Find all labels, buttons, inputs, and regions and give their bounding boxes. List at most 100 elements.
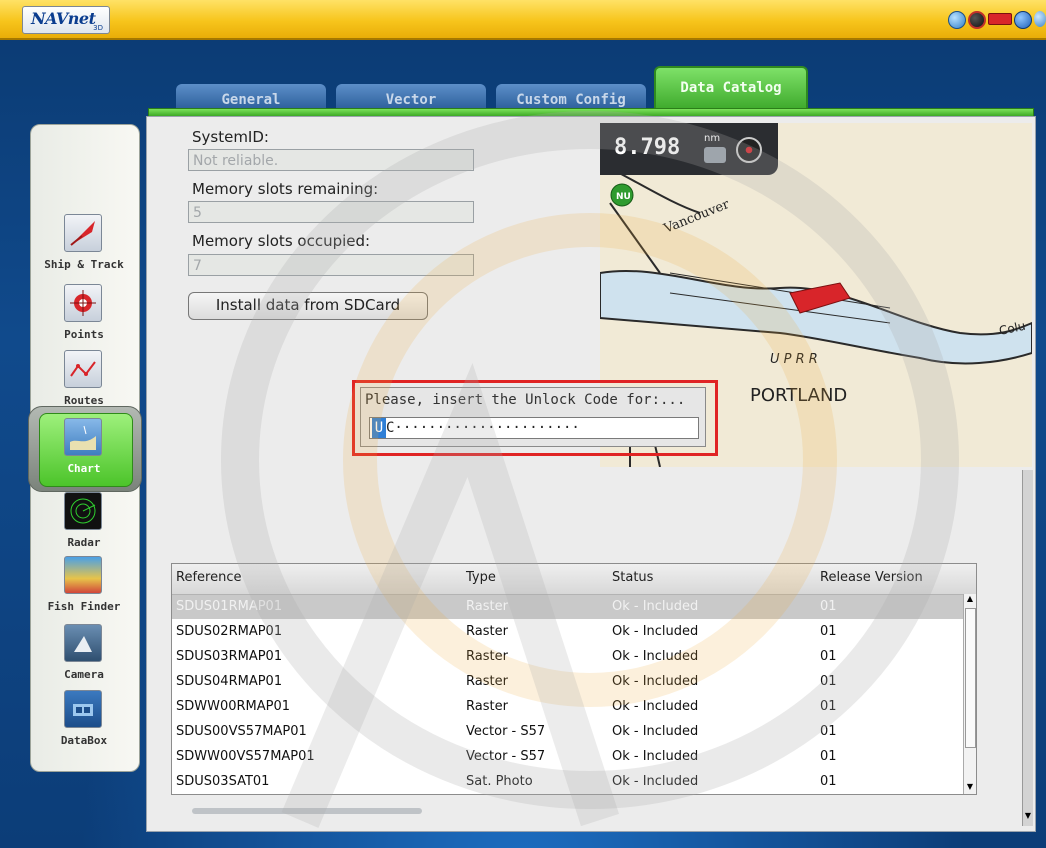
table-cell: 01 <box>820 699 837 714</box>
sidebar-item-ship-track[interactable]: Ship & Track <box>30 214 138 284</box>
scale-value: 8.798 <box>614 135 681 160</box>
scroll-up-arrow[interactable]: ▲ <box>965 594 975 606</box>
table-row[interactable]: SDUS04RMAP01 Raster Ok - Included 01 <box>172 670 964 694</box>
table-cell: Ok - Included <box>612 724 699 739</box>
memory-occupied-label: Memory slots occupied: <box>192 232 371 250</box>
panel-scrollbar[interactable]: ▼ <box>1022 470 1033 826</box>
col-status[interactable]: Status <box>612 570 653 585</box>
sidebar-item-routes[interactable]: Routes <box>30 350 138 420</box>
compass-icon[interactable] <box>968 11 986 29</box>
memory-remaining-field[interactable]: 5 <box>188 201 474 223</box>
scroll-thumb[interactable] <box>965 608 976 748</box>
table-cell: Vector - S57 <box>466 724 546 739</box>
fish-finder-icon <box>64 556 102 594</box>
table-cell: SDWW00VS57MAP01 <box>176 749 315 764</box>
table-row[interactable]: SDUS02RMAP01 Raster Ok - Included 01 <box>172 620 964 644</box>
top-bar: NAVnet 3D <box>0 0 1046 40</box>
sidebar-item-fish-finder[interactable]: Fish Finder <box>30 556 138 626</box>
table-cell: Raster <box>466 699 508 714</box>
table-cell: SDWW00RMAP01 <box>176 699 291 714</box>
unlock-code-dialog: Please, insert the Unlock Code for:... U… <box>360 387 706 447</box>
table-cell: 01 <box>820 774 837 789</box>
table-cell: SDUS04RMAP01 <box>176 674 283 689</box>
col-type[interactable]: Type <box>466 570 496 585</box>
col-reference[interactable]: Reference <box>176 570 241 585</box>
table-cell: Ok - Included <box>612 699 699 714</box>
install-sdcard-button[interactable]: Install data from SDCard <box>188 292 428 320</box>
table-cell: Raster <box>466 674 508 689</box>
memory-occupied-field[interactable]: 7 <box>188 254 474 276</box>
dialog-title: Please, insert the Unlock Code for:... <box>365 392 686 408</box>
zoom-icon[interactable] <box>704 147 726 163</box>
table-cell: Raster <box>466 624 508 639</box>
table-row[interactable]: SDUS01RMAP01 Raster Ok - Included 01 <box>172 595 964 619</box>
databox-icon <box>64 690 102 728</box>
table-cell: 01 <box>820 749 837 764</box>
table-cell: 01 <box>820 624 837 639</box>
map-label-uprr: U P R R <box>770 352 818 367</box>
table-cell: Vector - S57 <box>466 749 546 764</box>
table-cell: Ok - Included <box>612 599 699 614</box>
radar-icon <box>64 492 102 530</box>
code-rest: C······················ <box>386 420 580 436</box>
table-cell: Raster <box>466 649 508 664</box>
camera-icon <box>64 624 102 662</box>
tab-custom-config[interactable]: Custom Config <box>496 84 646 110</box>
table-cell: SDUS03SAT01 <box>176 774 270 789</box>
memory-remaining-label: Memory slots remaining: <box>192 180 379 198</box>
tab-data-catalog[interactable]: Data Catalog <box>654 66 808 112</box>
table-cell: 01 <box>820 724 837 739</box>
system-id-field[interactable]: Not reliable. <box>188 149 474 171</box>
table-row[interactable]: SDWW00RMAP01 Raster Ok - Included 01 <box>172 695 964 719</box>
table-cell: Sat. Photo <box>466 774 533 789</box>
table-cell: SDUS00VS57MAP01 <box>176 724 307 739</box>
points-icon <box>64 284 102 322</box>
table-cell: Ok - Included <box>612 649 699 664</box>
map-label-portland: PORTLAND <box>750 385 847 406</box>
table-cell: SDUS01RMAP01 <box>176 599 283 614</box>
table-cell: Ok - Included <box>612 624 699 639</box>
scroll-down-arrow[interactable]: ▼ <box>965 782 975 794</box>
table-cell: Ok - Included <box>612 674 699 689</box>
scale-indicator[interactable]: 8.798 nm <box>600 123 778 175</box>
table-cell: 01 <box>820 649 837 664</box>
chart-icon <box>64 418 102 456</box>
system-id-label: SystemID: <box>192 128 269 146</box>
table-cell: 01 <box>820 674 837 689</box>
table-row[interactable]: SDUS03RMAP01 Raster Ok - Included 01 <box>172 645 964 669</box>
panel-scroll-down-arrow[interactable]: ▼ <box>1023 811 1033 820</box>
tab-general[interactable]: General <box>176 84 326 110</box>
table-cell: Ok - Included <box>612 774 699 789</box>
table-cell: 01 <box>820 599 837 614</box>
horizontal-scrollbar[interactable] <box>192 808 422 814</box>
sidebar-item-databox[interactable]: DataBox <box>30 690 138 760</box>
sidebar-item-chart[interactable]: Chart <box>30 418 138 488</box>
table-header: Reference Type Status Release Version <box>172 564 976 595</box>
map-badge: NU <box>616 192 631 202</box>
table-cell: Raster <box>466 599 508 614</box>
table-cell: SDUS03RMAP01 <box>176 649 283 664</box>
sidebar-item-radar[interactable]: Radar <box>30 492 138 562</box>
table-row[interactable]: SDUS00VS57MAP01 Vector - S57 Ok - Included… <box>172 720 964 744</box>
table-cell: SDUS02RMAP01 <box>176 624 283 639</box>
gps-icon[interactable] <box>1014 11 1032 29</box>
tab-vector[interactable]: Vector <box>336 84 486 110</box>
table-row[interactable]: SDWW00VS57MAP01 Vector - S57 Ok - Included… <box>172 745 964 769</box>
code-selected-char: U <box>372 418 386 438</box>
unlock-code-input[interactable]: U C······················ <box>369 417 699 439</box>
sun-icon[interactable] <box>1034 11 1046 27</box>
navnet-logo: NAVnet 3D <box>22 6 110 34</box>
sidebar-item-camera[interactable]: Camera <box>30 624 138 694</box>
ship-track-icon <box>64 214 102 252</box>
table-cell: Ok - Included <box>612 749 699 764</box>
col-release-version[interactable]: Release Version <box>820 570 923 585</box>
map-label-vancouver: Vancouver <box>661 197 732 237</box>
table-row[interactable]: SDUS03SAT01 Sat. Photo Ok - Included 01 <box>172 770 964 794</box>
sidebar-item-points[interactable]: Points <box>30 284 138 354</box>
routes-icon <box>64 350 102 388</box>
table-scrollbar[interactable]: ▲ ▼ <box>963 594 976 794</box>
globe-icon[interactable] <box>948 11 966 29</box>
north-compass-icon[interactable] <box>736 137 762 163</box>
boat-icon[interactable] <box>988 13 1012 25</box>
scale-unit: nm <box>704 133 721 144</box>
